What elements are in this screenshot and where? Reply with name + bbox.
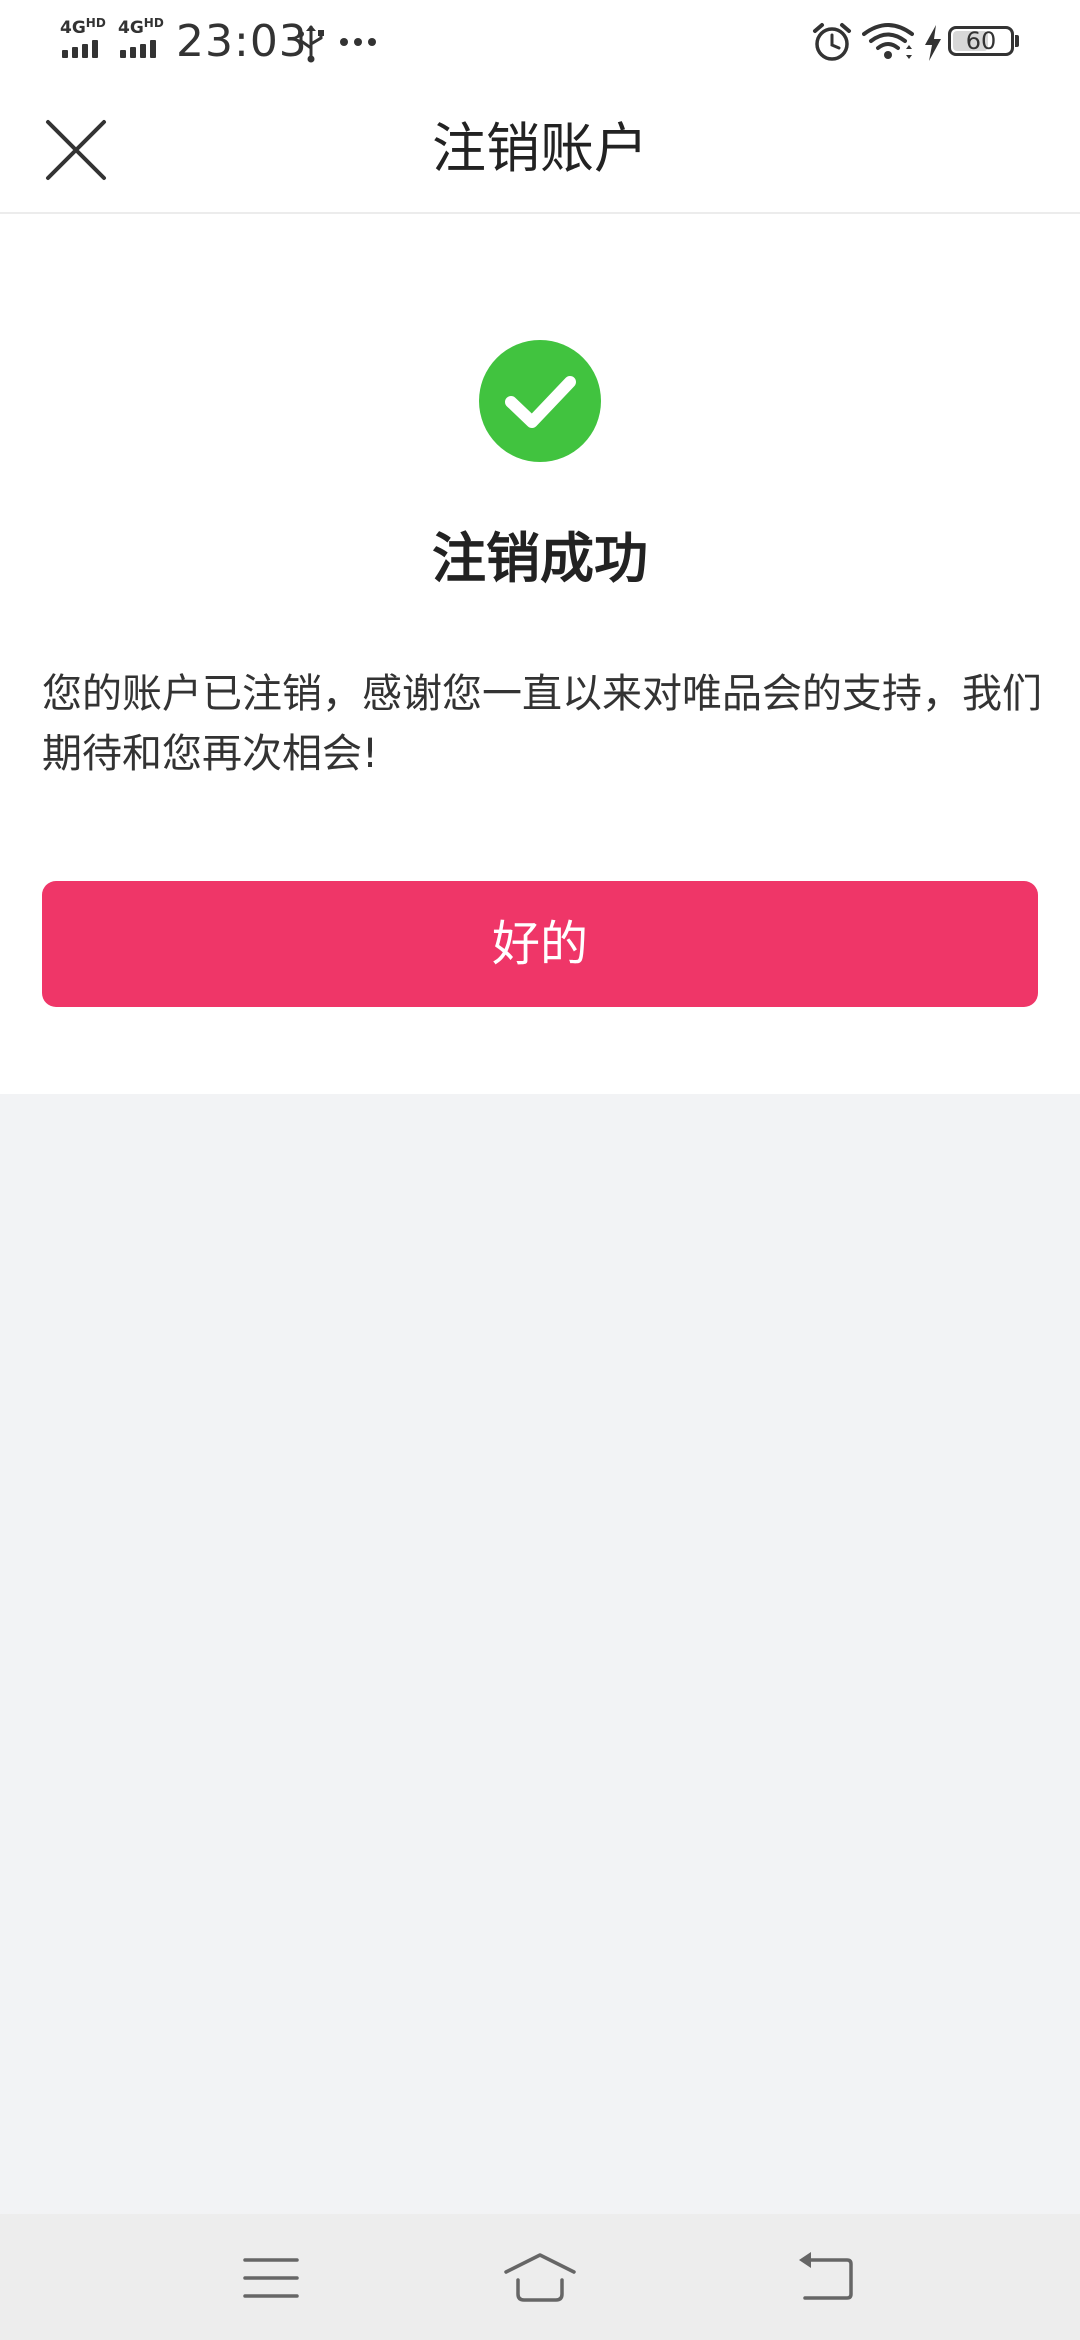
app-header: 注销账户 (0, 84, 1080, 214)
battery-level: 60 (965, 27, 997, 55)
usb-icon (298, 25, 324, 63)
charging-icon (925, 25, 941, 61)
battery-icon: 60 (948, 26, 1014, 56)
system-nav-bar (0, 2214, 1080, 2340)
more-dots-icon (340, 38, 380, 48)
wifi-icon (862, 23, 914, 59)
battery-tip (1015, 35, 1019, 47)
alarm-icon (813, 23, 851, 61)
status-bar: 4GHD 4GHD 23:03 60 (0, 0, 1080, 84)
result-description: 您的账户已注销，感谢您一直以来对唯品会的支持，我们期待和您再次相会! (42, 671, 1042, 777)
signal-icon: 4GHD (118, 16, 168, 60)
status-time: 23:03 (176, 16, 308, 67)
back-icon[interactable] (781, 2236, 865, 2320)
home-icon[interactable] (498, 2236, 582, 2320)
menu-icon[interactable] (229, 2236, 313, 2320)
result-card: 注销成功 您的账户已注销，感谢您一直以来对唯品会的支持，我们期待和您再次相会! … (0, 214, 1080, 1094)
page-title: 注销账户 (432, 117, 648, 180)
result-title: 注销成功 (432, 527, 648, 590)
signal-icon: 4GHD (60, 16, 110, 60)
ok-button[interactable]: 好的 (42, 881, 1038, 1007)
check-circle-icon (479, 340, 601, 462)
